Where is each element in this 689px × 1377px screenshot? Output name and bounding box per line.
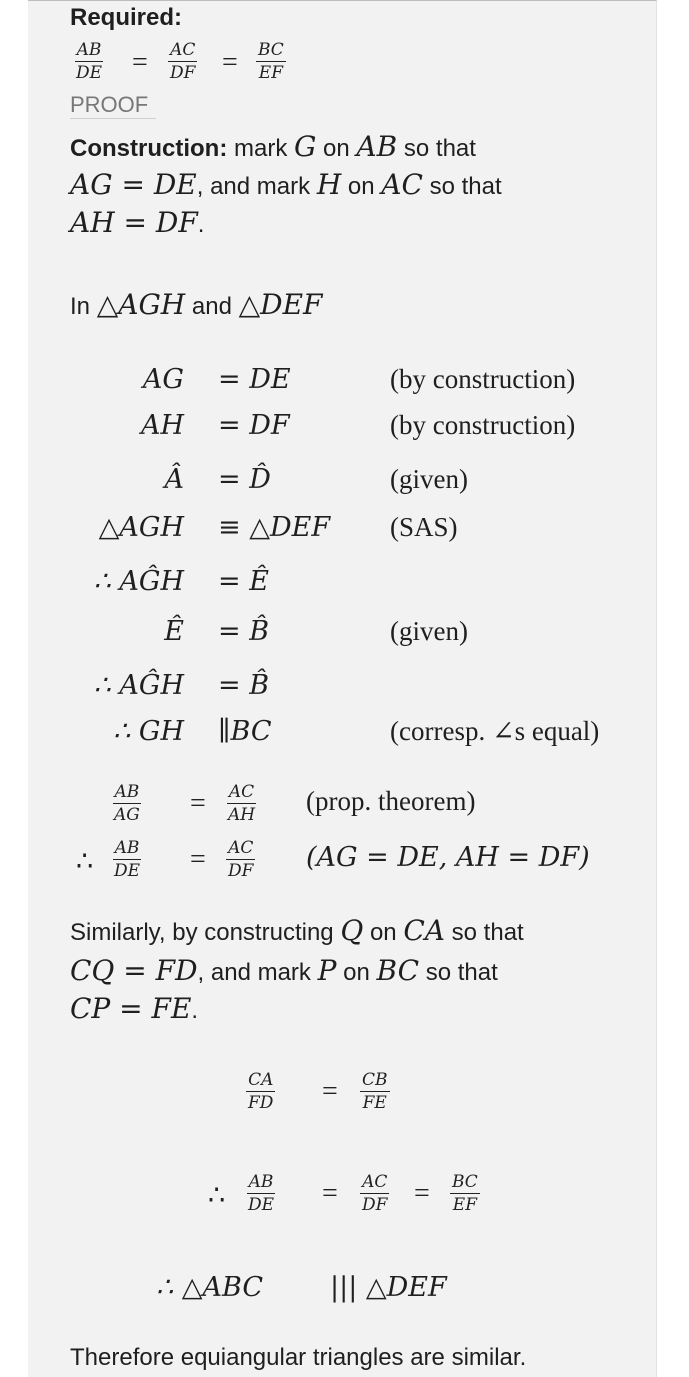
required-label: Required: <box>70 4 183 31</box>
ratio-2-frac-1: AB DE <box>112 838 142 881</box>
proof-step-reason: (given) <box>390 464 468 494</box>
proof-label: PROOF <box>70 92 149 117</box>
ratio-1-frac-1: AB AG <box>112 782 142 825</box>
required-frac-2: AC DF <box>168 40 198 83</box>
equals-sign: = <box>322 1076 338 1107</box>
proof-step-relation: = D̂ <box>218 464 271 495</box>
similarly-line-1: Similarly, by constructing Q on CA so th… <box>70 914 524 947</box>
construction-line-1: Construction: mark G on AB so that <box>70 130 476 163</box>
proof-step-relation: = B̂ <box>218 670 270 701</box>
final-ratio-2-frac-3: BC EF <box>450 1172 480 1215</box>
equals-sign: = <box>414 1178 430 1209</box>
proof-step-lhs: ∴ AĜH <box>93 566 184 597</box>
equals-sign: = <box>190 788 206 819</box>
proof-step-reason: (by construction) <box>390 410 576 440</box>
final-ratio-2-frac-1: AB DE <box>246 1172 276 1215</box>
final-ratio-1-frac-2: CB FE <box>360 1070 390 1113</box>
proof-step-lhs: ∴ AĜH <box>93 670 184 701</box>
proof-step-reason: (by construction) <box>390 364 576 394</box>
proof-step-lhs: Â <box>164 464 185 495</box>
ratio-2-reason: (AG = DE, AH = DF) <box>306 842 590 873</box>
similarly-line-3: CP = FE. <box>70 992 199 1025</box>
proof-step-relation: = DE <box>218 364 291 395</box>
ratio-2-frac-2: AC DF <box>226 838 256 881</box>
therefore-symbol: ∴ <box>76 846 94 876</box>
proof-step-relation: = Ê <box>218 566 269 597</box>
equals-sign: = <box>132 47 148 78</box>
proof-step-lhs: Ê <box>164 616 184 647</box>
similar-lhs: ∴ △ABC <box>156 1272 264 1303</box>
equals-sign: = <box>190 844 206 875</box>
proof-step-reason: (SAS) <box>390 512 458 542</box>
proof-step-reason: (given) <box>390 616 468 646</box>
ratio-1-frac-2: AC AH <box>226 782 257 825</box>
proof-step-lhs: △AGH <box>98 512 184 543</box>
therefore-symbol: ∴ <box>208 1180 226 1210</box>
equals-sign: = <box>222 47 238 78</box>
proof-step-relation: ≡ △DEF <box>218 512 331 543</box>
final-ratio-1-frac-1: CA FD <box>246 1070 276 1113</box>
similar-rhs: ||| △DEF <box>330 1272 447 1303</box>
proof-step-relation: = DF <box>218 410 290 441</box>
proof-step-lhs: AG <box>142 364 184 395</box>
required-frac-3: BC EF <box>256 40 286 83</box>
proof-step-reason: (corresp. ∠s equal) <box>390 716 600 746</box>
required-frac-1: AB DE <box>74 40 104 83</box>
proof-step-relation: = B̂ <box>218 616 270 647</box>
construction-line-3: AH = DF. <box>70 206 205 239</box>
proof-step-lhs: ∴ GH <box>113 716 184 747</box>
conclusion-text: Therefore equiangular triangles are simi… <box>70 1344 527 1371</box>
proof-step-lhs: AH <box>140 410 184 441</box>
final-ratio-2-frac-2: AC DF <box>360 1172 390 1215</box>
equals-sign: = <box>322 1178 338 1209</box>
construction-line-2: AG = DE, and mark H on AC so that <box>70 168 502 201</box>
in-triangles-line: In △AGH and △DEF <box>70 288 323 321</box>
proof-step-relation: ∥BC <box>218 716 272 747</box>
proof-divider <box>70 118 156 119</box>
similarly-line-2: CQ = FD, and mark P on BC so that <box>70 954 498 987</box>
ratio-1-reason: (prop. theorem) <box>306 786 476 816</box>
